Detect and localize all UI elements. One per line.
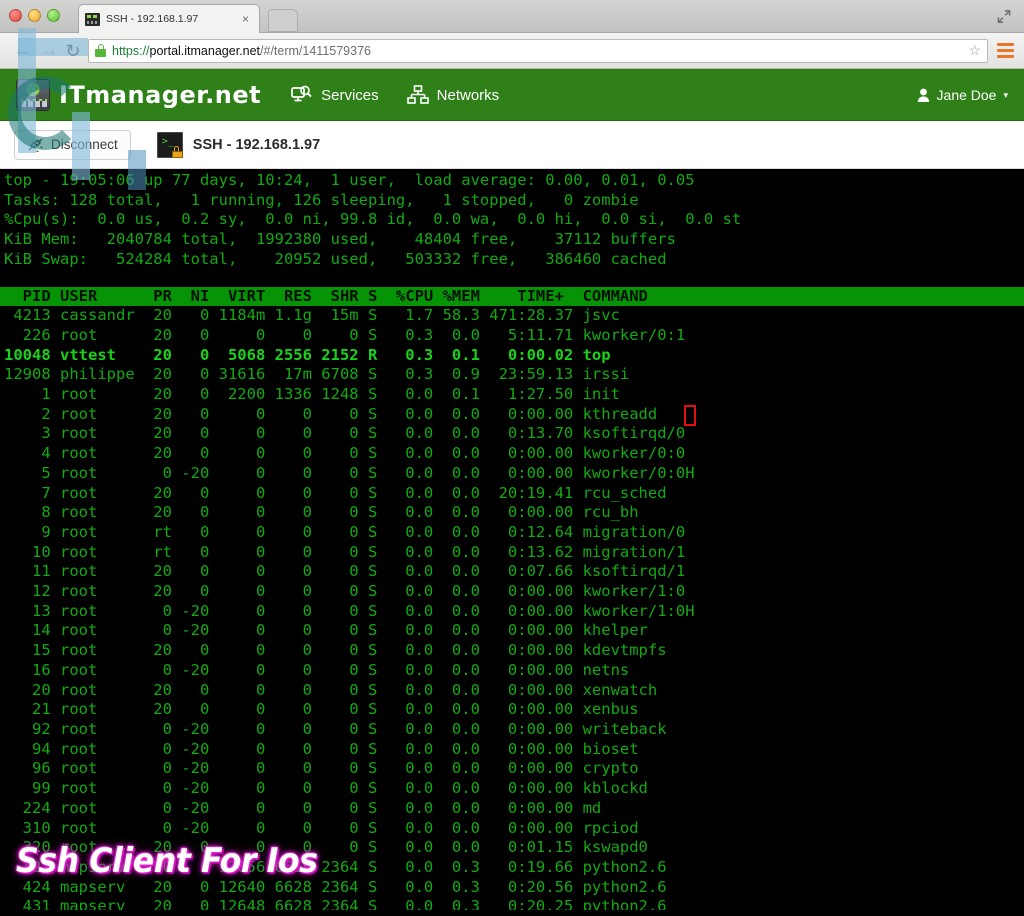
browser-tab[interactable]: SSH - 192.168.1.97 × — [78, 4, 260, 33]
top-summary-line: KiB Swap: 524284 total, 20952 used, 5033… — [4, 249, 667, 268]
process-row: 13 root 0 -20 0 0 0 S 0.0 0.0 0:00.00 kw… — [4, 601, 695, 620]
fullscreen-icon[interactable] — [996, 9, 1012, 24]
disconnect-button-label: Disconnect — [51, 137, 118, 152]
process-row: 424 mapserv 20 0 12640 6628 2364 S 0.0 0… — [4, 877, 667, 896]
zoom-window-button[interactable] — [47, 9, 60, 22]
process-row: 5 root 0 -20 0 0 0 S 0.0 0.0 0:00.00 kwo… — [4, 463, 695, 482]
address-bar[interactable]: https://portal.itmanager.net/#/term/1411… — [88, 38, 988, 63]
reload-button[interactable]: ↻ — [62, 38, 88, 64]
unplug-icon — [28, 138, 43, 152]
session-chip[interactable]: >_ SSH - 192.168.1.97 — [156, 131, 321, 158]
disconnect-button[interactable]: Disconnect — [14, 129, 131, 160]
process-row: 92 root 0 -20 0 0 0 S 0.0 0.0 0:00.00 wr… — [4, 719, 667, 738]
process-row: 320 root 20 0 0 0 0 S 0.0 0.0 0:01.15 ks… — [4, 838, 648, 857]
process-row: 224 root 0 -20 0 0 0 S 0.0 0.0 0:00.00 m… — [4, 798, 602, 817]
url-host: portal.itmanager.net — [149, 43, 261, 58]
process-row: 12 root 20 0 0 0 0 S 0.0 0.0 0:00.00 kwo… — [4, 582, 686, 601]
nav-item-networks-label: Networks — [436, 86, 500, 104]
brand-logo[interactable]: ⏻ ITmanager.net — [16, 79, 261, 111]
user-menu[interactable]: Jane Doe ▾ — [917, 87, 1008, 103]
window-traffic-lights — [9, 9, 60, 22]
new-tab-button[interactable] — [268, 9, 298, 32]
process-row: 8 root 20 0 0 0 0 S 0.0 0.0 0:00.00 rcu_… — [4, 503, 639, 522]
nav-item-networks[interactable]: Networks — [406, 85, 500, 105]
process-row: 422 mapserv 20 0 12656 6616 2364 S 0.0 0… — [4, 857, 667, 876]
process-row: 11 root 20 0 0 0 0 S 0.0 0.0 0:07.66 kso… — [4, 562, 686, 581]
top-summary-line: %Cpu(s): 0.0 us, 0.2 sy, 0.0 ni, 99.8 id… — [4, 210, 742, 229]
process-row: 4213 cassandr 20 0 1184m 1.1g 15m S 1.7 … — [4, 306, 620, 325]
terminal-output[interactable]: top - 19:05:06 up 77 days, 10:24, 1 user… — [0, 169, 1024, 910]
process-row: 1 root 20 0 2200 1336 1248 S 0.0 0.1 1:2… — [4, 385, 620, 404]
browser-window: SSH - 192.168.1.97 × ← → ↻ https://porta… — [0, 0, 1024, 916]
process-table-body: 4213 cassandr 20 0 1184m 1.1g 15m S 1.7 … — [0, 306, 1024, 910]
terminal-favicon-icon — [85, 12, 100, 26]
app-navbar: ⏻ ITmanager.net Services Networks Jane D… — [0, 69, 1024, 121]
user-avatar-icon — [917, 88, 929, 102]
bookmark-star-icon[interactable]: ☆ — [968, 42, 981, 59]
process-row: 94 root 0 -20 0 0 0 S 0.0 0.0 0:00.00 bi… — [4, 739, 639, 758]
process-row: 14 root 0 -20 0 0 0 S 0.0 0.0 0:00.00 kh… — [4, 621, 648, 640]
monitor-search-icon — [291, 85, 312, 102]
top-summary-line: KiB Mem: 2040784 total, 1992380 used, 48… — [4, 230, 676, 249]
https-lock-icon — [95, 44, 106, 57]
user-menu-label: Jane Doe — [936, 87, 997, 103]
close-tab-icon[interactable]: × — [238, 13, 253, 25]
process-row: 3 root 20 0 0 0 0 S 0.0 0.0 0:13.70 ksof… — [4, 424, 686, 443]
network-hierarchy-icon — [406, 85, 429, 104]
url-path: /#/term/1411579376 — [260, 43, 371, 58]
close-window-button[interactable] — [9, 9, 22, 22]
process-row: 21 root 20 0 0 0 0 S 0.0 0.0 0:00.00 xen… — [4, 700, 639, 719]
url-scheme: https:// — [112, 43, 150, 58]
top-summary-line: top - 19:05:06 up 77 days, 10:24, 1 user… — [4, 171, 695, 189]
browser-tabstrip: SSH - 192.168.1.97 × — [0, 0, 1024, 33]
process-row: 9 root rt 0 0 0 0 S 0.0 0.0 0:12.64 migr… — [4, 522, 686, 541]
process-row: 16 root 0 -20 0 0 0 S 0.0 0.0 0:00.00 ne… — [4, 660, 630, 679]
server-rack-icon: ⏻ — [16, 79, 50, 111]
back-button[interactable]: ← — [10, 38, 36, 64]
process-row: 7 root 20 0 0 0 0 S 0.0 0.0 20:19.41 rcu… — [4, 483, 667, 502]
terminal-cursor — [684, 405, 696, 426]
brand-name: ITmanager.net — [59, 81, 262, 109]
browser-urlbar: ← → ↻ https://portal.itmanager.net/#/ter… — [0, 33, 1024, 69]
process-row: 20 root 20 0 0 0 0 S 0.0 0.0 0:00.00 xen… — [4, 680, 658, 699]
process-row: 310 root 0 -20 0 0 0 S 0.0 0.0 0:00.00 r… — [4, 818, 639, 837]
process-row: 99 root 0 -20 0 0 0 S 0.0 0.0 0:00.00 kb… — [4, 779, 648, 798]
ssh-terminal-icon: >_ — [156, 131, 183, 158]
process-row: 4 root 20 0 0 0 0 S 0.0 0.0 0:00.00 kwor… — [4, 444, 686, 463]
tab-title: SSH - 192.168.1.97 — [106, 13, 199, 25]
process-row: 15 root 20 0 0 0 0 S 0.0 0.0 0:00.00 kde… — [4, 641, 667, 660]
address-bar-url: https://portal.itmanager.net/#/term/1411… — [112, 44, 371, 58]
minimize-window-button[interactable] — [28, 9, 41, 22]
process-row: 10 root rt 0 0 0 0 S 0.0 0.0 0:13.62 mig… — [4, 542, 686, 561]
process-row: 431 mapserv 20 0 12648 6628 2364 S 0.0 0… — [4, 897, 667, 910]
chrome-menu-icon[interactable] — [997, 43, 1014, 58]
process-table-header: PID USER PR NI VIRT RES SHR S %CPU %MEM … — [0, 286, 1024, 307]
process-row: 2 root 20 0 0 0 0 S 0.0 0.0 0:00.00 kthr… — [4, 404, 658, 423]
top-summary-line: Tasks: 128 total, 1 running, 126 sleepin… — [4, 190, 639, 209]
nav-item-services-label: Services — [321, 86, 379, 104]
lock-badge-icon — [171, 145, 183, 158]
nav-item-services[interactable]: Services — [291, 85, 379, 105]
top-summary-block: top - 19:05:06 up 77 days, 10:24, 1 user… — [0, 171, 1024, 270]
forward-button[interactable]: → — [36, 38, 62, 64]
chevron-down-icon: ▾ — [1003, 89, 1008, 100]
process-row: 96 root 0 -20 0 0 0 S 0.0 0.0 0:00.00 cr… — [4, 759, 639, 778]
process-row: 226 root 20 0 0 0 0 S 0.3 0.0 5:11.71 kw… — [4, 325, 686, 344]
session-title: SSH - 192.168.1.97 — [192, 136, 321, 153]
process-row: 10048 vttest 20 0 5068 2556 2152 R 0.3 0… — [4, 345, 611, 364]
process-row: 12908 philippe 20 0 31616 17m 6708 S 0.3… — [4, 365, 630, 384]
session-toolbar: Disconnect >_ SSH - 192.168.1.97 — [0, 121, 1024, 169]
